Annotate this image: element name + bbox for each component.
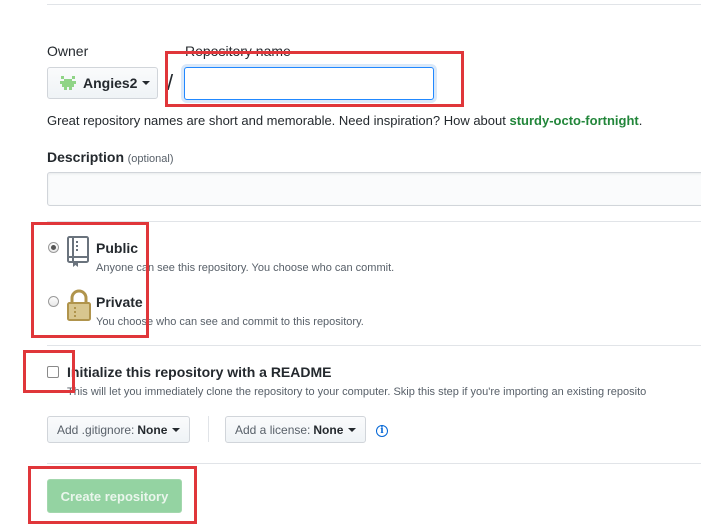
description-label: Description: [47, 149, 125, 165]
description-optional: (optional): [127, 153, 174, 165]
license-prefix: Add a license:: [235, 422, 311, 437]
owner-dropdown[interactable]: Angies2: [47, 67, 158, 99]
divider-readme: [47, 345, 701, 346]
description-input[interactable]: [47, 172, 701, 206]
info-icon[interactable]: i: [376, 425, 388, 437]
gitignore-select[interactable]: Add .gitignore: None: [47, 416, 191, 443]
gitignore-prefix: Add .gitignore:: [57, 422, 135, 437]
highlight-readme-checkbox: [23, 350, 75, 393]
name-hint: Great repository names are short and mem…: [47, 113, 642, 128]
chevron-down-icon: [348, 427, 357, 432]
description-label-row: Description (optional): [47, 149, 174, 165]
highlight-visibility: [31, 222, 149, 338]
owner-avatar-icon: [60, 76, 76, 90]
license-value: None: [313, 422, 344, 437]
highlight-create-button: [28, 466, 197, 524]
gitignore-value: None: [137, 422, 168, 437]
name-suggestion[interactable]: sturdy-octo-fortnight: [509, 113, 638, 128]
top-divider: [47, 4, 701, 5]
highlight-repository-name: [165, 51, 464, 107]
owner-label: Owner: [47, 43, 89, 59]
name-hint-end: .: [638, 113, 643, 128]
readme-note: This will let you immediately clone the …: [67, 386, 647, 398]
select-separator: [208, 416, 209, 442]
chevron-down-icon: [142, 81, 151, 85]
license-select[interactable]: Add a license: None: [225, 416, 367, 443]
name-hint-text: Great repository names are short and mem…: [47, 113, 510, 128]
divider-submit: [47, 463, 701, 464]
readme-label[interactable]: Initialize this repository with a README: [67, 364, 331, 380]
owner-name: Angies2: [83, 75, 138, 91]
chevron-down-icon: [172, 427, 181, 432]
